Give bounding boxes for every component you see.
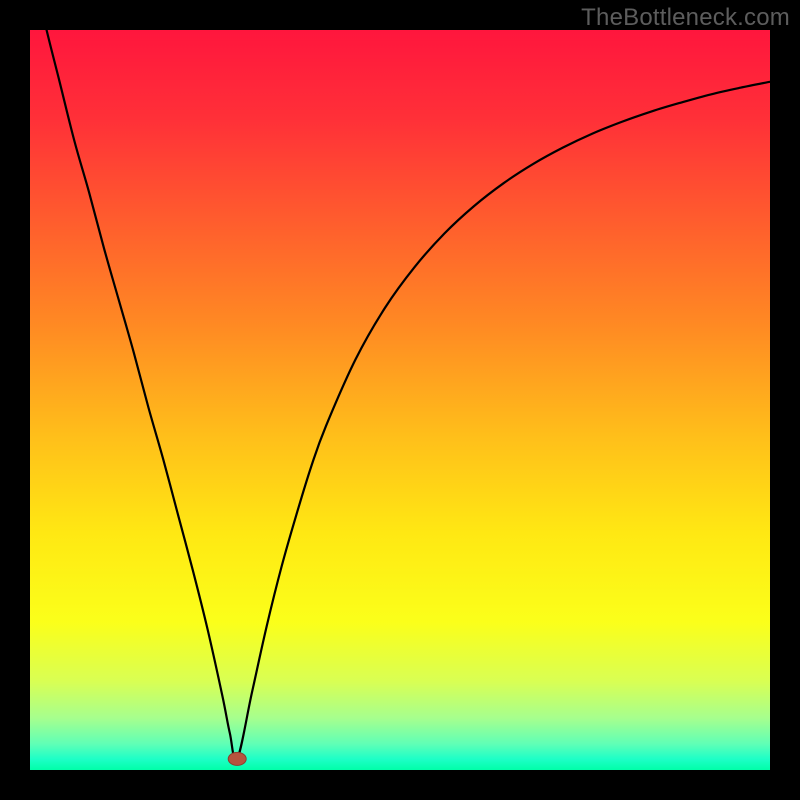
gradient-background <box>30 30 770 770</box>
watermark-text: TheBottleneck.com <box>581 4 790 32</box>
bottleneck-chart <box>30 30 770 770</box>
chart-frame: TheBottleneck.com <box>0 0 800 800</box>
optimal-point-marker <box>228 752 246 765</box>
plot-area <box>30 30 770 770</box>
